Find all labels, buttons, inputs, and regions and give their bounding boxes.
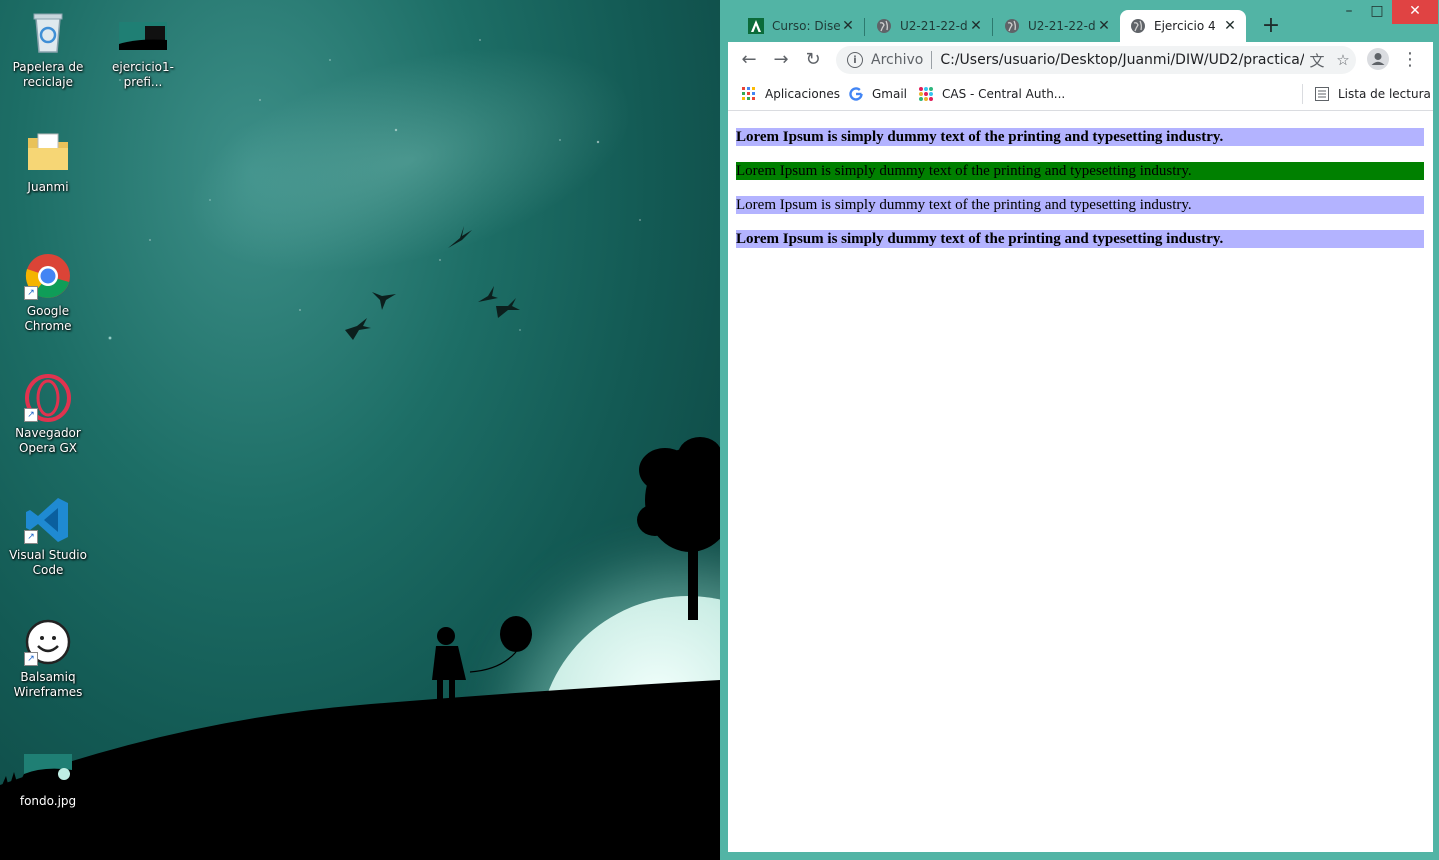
image-thumbnail-icon	[24, 752, 72, 788]
menu-kebab-icon[interactable]: ⋮	[1398, 48, 1422, 72]
tab-close-icon[interactable]: ✕	[1222, 18, 1238, 34]
moodle-a-icon	[748, 18, 764, 34]
bookmark-gmail[interactable]: Gmail	[848, 85, 907, 103]
translate-icon[interactable]: 文	[1304, 50, 1330, 71]
bookmark-cas[interactable]: CAS - Central Auth...	[918, 85, 1065, 103]
tab-title: U2-21-22-diw	[1028, 19, 1096, 33]
google-g-icon	[848, 86, 864, 102]
desktop-icon-fondo-jpg[interactable]: fondo.jpg	[3, 752, 93, 809]
reload-icon[interactable]: ↻	[801, 48, 825, 72]
browser-window: Curso: Diseño ✕ U2-21-22-diw ✕ U2-21-22-…	[720, 0, 1439, 860]
paragraph-4: Lorem Ipsum is simply dummy text of the …	[736, 230, 1424, 248]
bookmark-label: CAS - Central Auth...	[942, 87, 1066, 101]
tab-close-icon[interactable]: ✕	[1096, 18, 1112, 34]
close-window-button[interactable]: ✕	[1392, 0, 1438, 24]
desktop-icon-balsamiq[interactable]: ↗ Balsamiq Wireframes	[3, 618, 93, 700]
image-thumbnail-icon	[119, 18, 167, 56]
globe-icon	[1130, 18, 1146, 34]
desktop-icon-label: fondo.jpg	[19, 794, 77, 808]
url-scheme: Archivo	[871, 52, 924, 68]
desktop-icon-recycle-bin[interactable]: Papelera de reciclaje	[3, 8, 93, 90]
paragraph-1: Lorem Ipsum is simply dummy text of the …	[736, 128, 1424, 146]
desktop-icon-label: Balsamiq Wireframes	[13, 670, 83, 699]
bookmark-label: Gmail	[872, 87, 908, 101]
tab-title: Curso: Diseño	[772, 19, 840, 33]
desktop-icon-label: Navegador Opera GX	[15, 426, 81, 455]
apps-grid-icon	[741, 86, 757, 102]
bookmark-star-icon[interactable]: ☆	[1330, 51, 1356, 69]
desktop-icon-label: Papelera de reciclaje	[12, 60, 84, 89]
globe-icon	[1004, 18, 1020, 34]
desktop-icon-label: Visual Studio Code	[9, 548, 87, 577]
reading-list-label: Lista de lectura	[1338, 87, 1431, 101]
desktop-icon-ejercicio1[interactable]: ejercicio1-prefi...	[98, 18, 188, 90]
shortcut-arrow-icon: ↗	[24, 530, 38, 544]
vscode-icon: ↗	[24, 496, 72, 544]
tab-close-icon[interactable]: ✕	[840, 18, 856, 34]
desktop: Papelera de reciclaje ejercicio1-prefi..…	[0, 0, 720, 860]
bookmarks-separator	[1302, 84, 1303, 104]
tab-close-icon[interactable]: ✕	[968, 18, 984, 34]
back-arrow-icon[interactable]: ←	[737, 48, 761, 72]
tab-u2-diw-2[interactable]: U2-21-22-diw ✕	[994, 10, 1120, 42]
info-icon[interactable]: i	[847, 52, 863, 68]
shortcut-arrow-icon: ↗	[24, 286, 38, 300]
profile-avatar-icon[interactable]	[1366, 48, 1390, 72]
tab-title: U2-21-22-diw	[900, 19, 968, 33]
wallpaper-silhouette	[0, 226, 720, 860]
recycle-bin-icon	[24, 8, 72, 56]
reading-list-icon	[1314, 86, 1330, 102]
tab-ejercicio-4[interactable]: Ejercicio 4 ✕	[1120, 10, 1246, 42]
shortcut-arrow-icon: ↗	[24, 408, 38, 422]
url-divider	[931, 51, 933, 69]
address-bar[interactable]: i Archivo C:/Users/usuario/Desktop/Juanm…	[836, 46, 1356, 74]
reading-list-button[interactable]: Lista de lectura	[1314, 85, 1431, 103]
maximize-button[interactable]: □	[1360, 0, 1394, 24]
opera-gx-icon: ↗	[24, 374, 72, 422]
desktop-icon-label: Juanmi	[27, 180, 69, 194]
url-text[interactable]: C:/Users/usuario/Desktop/Juanmi/DIW/UD2/…	[940, 52, 1304, 68]
shortcut-arrow-icon: ↗	[24, 652, 38, 666]
desktop-icon-label: Google Chrome	[24, 304, 72, 333]
bookmark-aplicaciones[interactable]: Aplicaciones	[741, 85, 840, 103]
tab-title: Ejercicio 4	[1154, 19, 1216, 33]
tab-separator	[992, 18, 993, 36]
tab-separator	[864, 18, 865, 36]
globe-icon	[876, 18, 892, 34]
desktop-icon-juanmi-folder[interactable]: Juanmi	[3, 128, 93, 195]
cas-dots-icon	[918, 86, 934, 102]
chrome-icon: ↗	[24, 252, 72, 300]
desktop-icon-visual-studio-code[interactable]: ↗ Visual Studio Code	[3, 496, 93, 578]
desktop-icon-label: ejercicio1-prefi...	[112, 60, 174, 89]
forward-arrow-icon[interactable]: →	[769, 48, 793, 72]
folder-icon	[24, 128, 72, 176]
bookmarks-bar: Aplicaciones Gmail CAS - Central Auth...	[728, 78, 1433, 111]
browser-toolbar: ← → ↻ i Archivo C:/Users/usuario/Desktop…	[728, 42, 1433, 78]
paragraph-3: Lorem Ipsum is simply dummy text of the …	[736, 196, 1424, 214]
tab-curso-diseno[interactable]: Curso: Diseño ✕	[738, 10, 864, 42]
tab-strip: Curso: Diseño ✕ U2-21-22-diw ✕ U2-21-22-…	[720, 0, 1439, 42]
desktop-icon-google-chrome[interactable]: ↗ Google Chrome	[3, 252, 93, 334]
paragraph-2: Lorem Ipsum is simply dummy text of the …	[736, 162, 1424, 180]
new-tab-button[interactable]: +	[1258, 13, 1284, 39]
page-content: Lorem Ipsum is simply dummy text of the …	[728, 111, 1433, 852]
desktop-icon-opera-gx[interactable]: ↗ Navegador Opera GX	[3, 374, 93, 456]
tab-u2-diw-1[interactable]: U2-21-22-diw ✕	[866, 10, 992, 42]
balsamiq-icon: ↗	[24, 618, 72, 666]
bookmark-label: Aplicaciones	[765, 87, 840, 101]
